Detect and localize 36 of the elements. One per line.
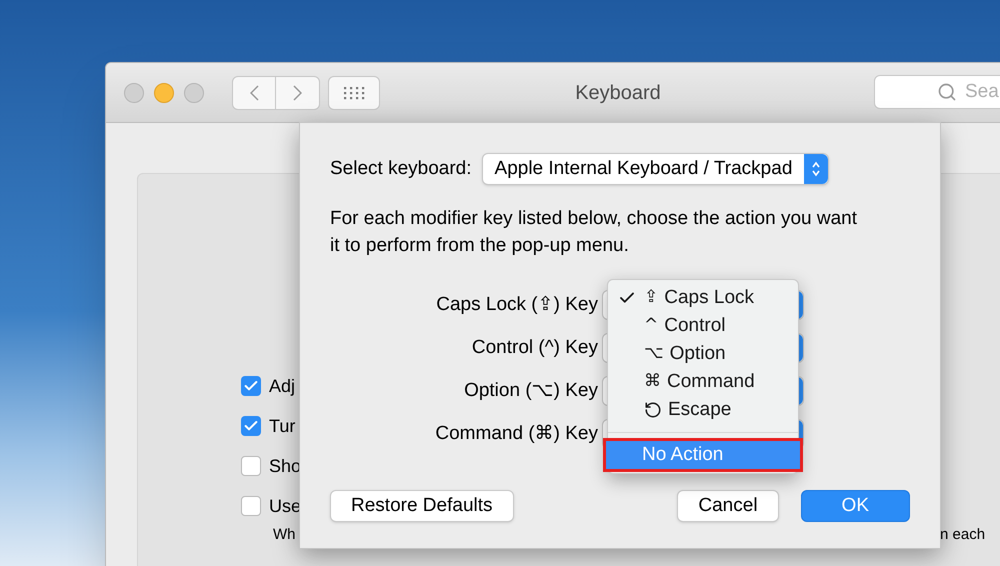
select-label: Select keyboard: xyxy=(330,156,472,181)
menu-item[interactable]: ⌥ Option xyxy=(608,340,798,368)
menu-item[interactable]: ⇪ Caps Lock xyxy=(608,284,798,312)
checkbox[interactable] xyxy=(241,456,261,476)
show-all-button[interactable] xyxy=(328,76,380,110)
forward-chevron-icon xyxy=(293,84,302,100)
checkbox[interactable] xyxy=(241,376,261,396)
menu-item[interactable]: ^ Control xyxy=(608,312,798,340)
window-title: Keyboard xyxy=(575,80,661,106)
checkbox-label: Use xyxy=(269,494,302,518)
modifier-label: Control (^) Key xyxy=(470,336,599,360)
escape-icon xyxy=(644,401,662,419)
stepper-icon xyxy=(804,154,828,184)
modifier-label: Command (⌘) Key xyxy=(434,422,599,446)
menu-item[interactable]: Escape xyxy=(608,396,798,424)
modifier-label: Option (⌥) Key xyxy=(463,378,599,403)
dialog-button[interactable]: Restore Defaults xyxy=(330,490,514,522)
grid-icon xyxy=(343,86,365,100)
checkbox[interactable] xyxy=(241,496,261,516)
keyboard-select[interactable]: Apple Internal Keyboard / Trackpad xyxy=(482,153,830,185)
close-icon[interactable] xyxy=(124,82,144,102)
checkbox-label: Tur xyxy=(269,414,296,438)
back-chevron-icon xyxy=(250,84,258,100)
modifier-label: Caps Lock (⇪) Key xyxy=(435,292,599,317)
back-button[interactable] xyxy=(232,76,276,110)
description-text: Wh xyxy=(273,525,296,545)
dialog-button[interactable]: Cancel xyxy=(677,490,779,522)
menu-item[interactable]: ⌘ Command xyxy=(608,368,798,396)
description-text: n each xyxy=(940,525,986,545)
instructions-text: For each modifier key listed below, choose the action you want it to perform from the pop-up menu. xyxy=(330,207,858,258)
search-icon xyxy=(937,82,957,102)
checkbox[interactable] xyxy=(241,416,261,436)
checkbox-label: Adj xyxy=(269,374,296,398)
minimize-icon[interactable] xyxy=(154,82,174,102)
zoom-icon[interactable] xyxy=(184,82,204,102)
forward-button[interactable] xyxy=(276,76,320,110)
